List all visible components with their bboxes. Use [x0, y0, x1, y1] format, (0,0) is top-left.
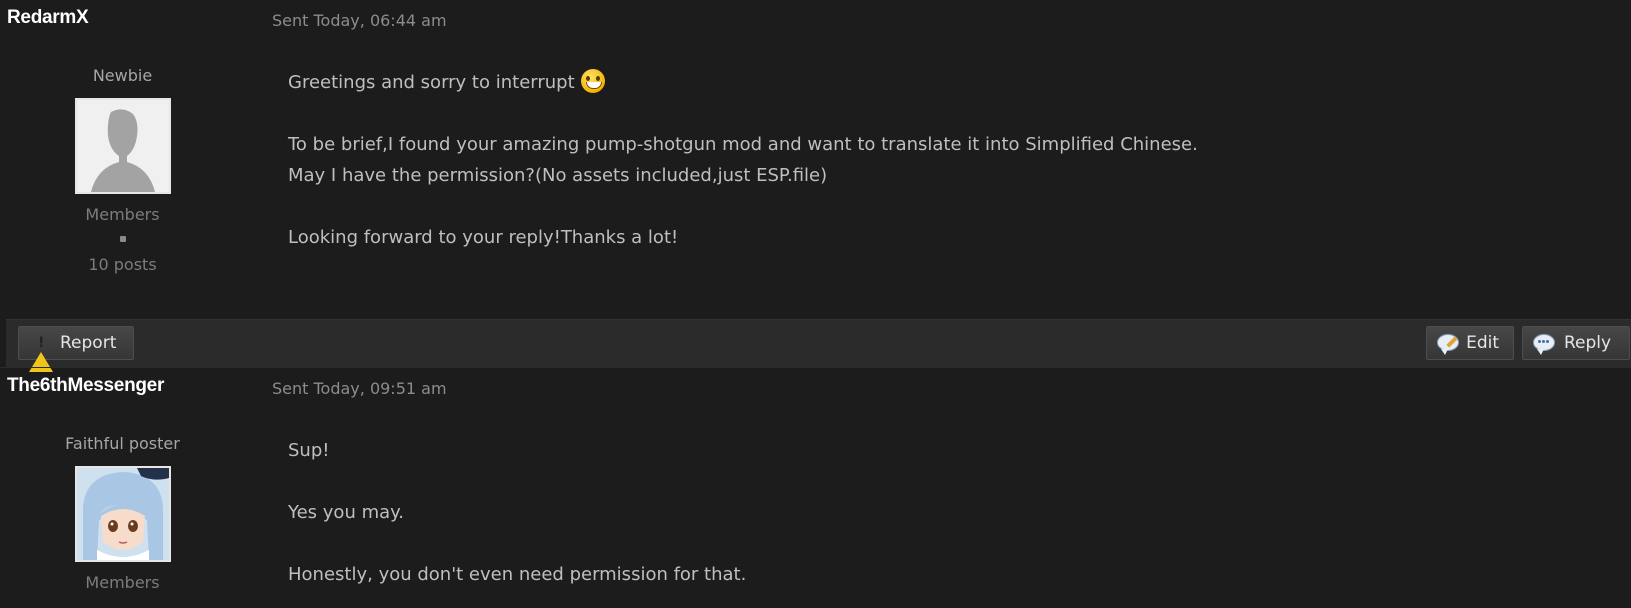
member-group: Members: [85, 205, 160, 224]
author-rank: Faithful poster: [65, 434, 180, 453]
message-line: To be brief,I found your amazing pump-sh…: [288, 134, 1198, 155]
author-rank: Newbie: [92, 66, 153, 85]
default-avatar-icon: [76, 100, 169, 192]
message-line: Yes you may.: [288, 502, 404, 523]
post-timestamp: Sent Today, 09:51 am: [272, 379, 447, 398]
edit-button[interactable]: Edit: [1426, 326, 1514, 360]
message-line: Greetings and sorry to interrupt: [288, 67, 1611, 98]
message-line: Sup!: [288, 440, 330, 461]
message-post: RedarmX Sent Today, 06:44 am Newbie Memb…: [0, 0, 1631, 372]
message-line: May I have the permission?(No assets inc…: [288, 165, 828, 186]
grin-emoji-icon: [580, 69, 605, 93]
report-button[interactable]: Report: [18, 326, 134, 372]
post-action-bar: Report Edit Reply: [6, 319, 1631, 372]
edit-icon: [1437, 332, 1459, 355]
avatar[interactable]: [74, 98, 171, 194]
message-body: Sup! Yes you may. Honestly, you don't ev…: [288, 435, 1611, 590]
author-info: Faithful poster Members: [0, 434, 245, 595]
author-info: Newbie Members 10 posts: [0, 66, 245, 274]
message-line: Honestly, you don't even need permission…: [288, 564, 747, 585]
message-body: Greetings and sorry to interrupt To be b…: [288, 67, 1611, 253]
warning-icon: [29, 332, 53, 372]
message-post: The6thMessenger Sent Today, 09:51 am Fai…: [0, 368, 1631, 608]
author-username[interactable]: The6thMessenger: [7, 375, 164, 397]
reply-label: Reply: [1564, 333, 1612, 353]
message-text: Greetings and sorry to interrupt: [288, 72, 575, 93]
avatar[interactable]: [74, 466, 171, 562]
message-line: Looking forward to your reply!Thanks a l…: [288, 227, 679, 248]
anime-avatar-icon: [76, 468, 169, 560]
edit-label: Edit: [1466, 333, 1499, 353]
reply-button[interactable]: Reply: [1522, 326, 1630, 360]
reply-bubble-icon: [1533, 332, 1555, 355]
author-username[interactable]: RedarmX: [7, 7, 89, 29]
report-label: Report: [60, 333, 117, 353]
separator-dot: [119, 236, 126, 242]
post-timestamp: Sent Today, 06:44 am: [272, 11, 447, 30]
post-count: 10 posts: [88, 255, 157, 274]
member-group: Members: [85, 573, 160, 592]
